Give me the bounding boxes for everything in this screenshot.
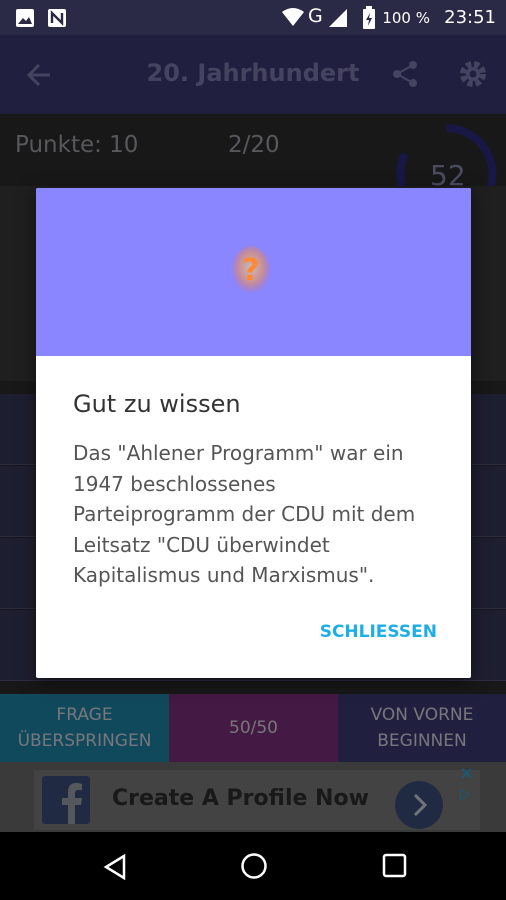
dialog-header: ? [36,188,471,356]
gallery-notification-icon [16,9,34,27]
nav-back-icon[interactable] [102,853,128,881]
svg-text:?: ? [242,253,259,288]
question-mark-icon: ? [232,246,270,294]
system-nav-bar [0,832,506,900]
network-g-icon: G [308,5,323,27]
battery-percent: 100 % [382,9,430,27]
info-dialog: ? Gut zu wissen Das "Ahlener Programm" w… [36,188,471,678]
clock: 23:51 [444,7,496,28]
dialog-title: Gut zu wissen [73,390,241,418]
close-button[interactable]: SCHLIESSEN [320,622,437,642]
nav-recents-icon[interactable] [382,853,408,879]
wifi-icon [282,8,304,26]
dialog-message: Das "Ahlener Programm" war ein 1947 besc… [73,441,416,587]
signal-icon [329,9,347,27]
status-bar: G 100 % 23:51 [0,0,506,35]
nav-home-icon[interactable] [240,852,268,880]
n-notification-icon [48,9,66,27]
battery-icon [363,6,375,29]
